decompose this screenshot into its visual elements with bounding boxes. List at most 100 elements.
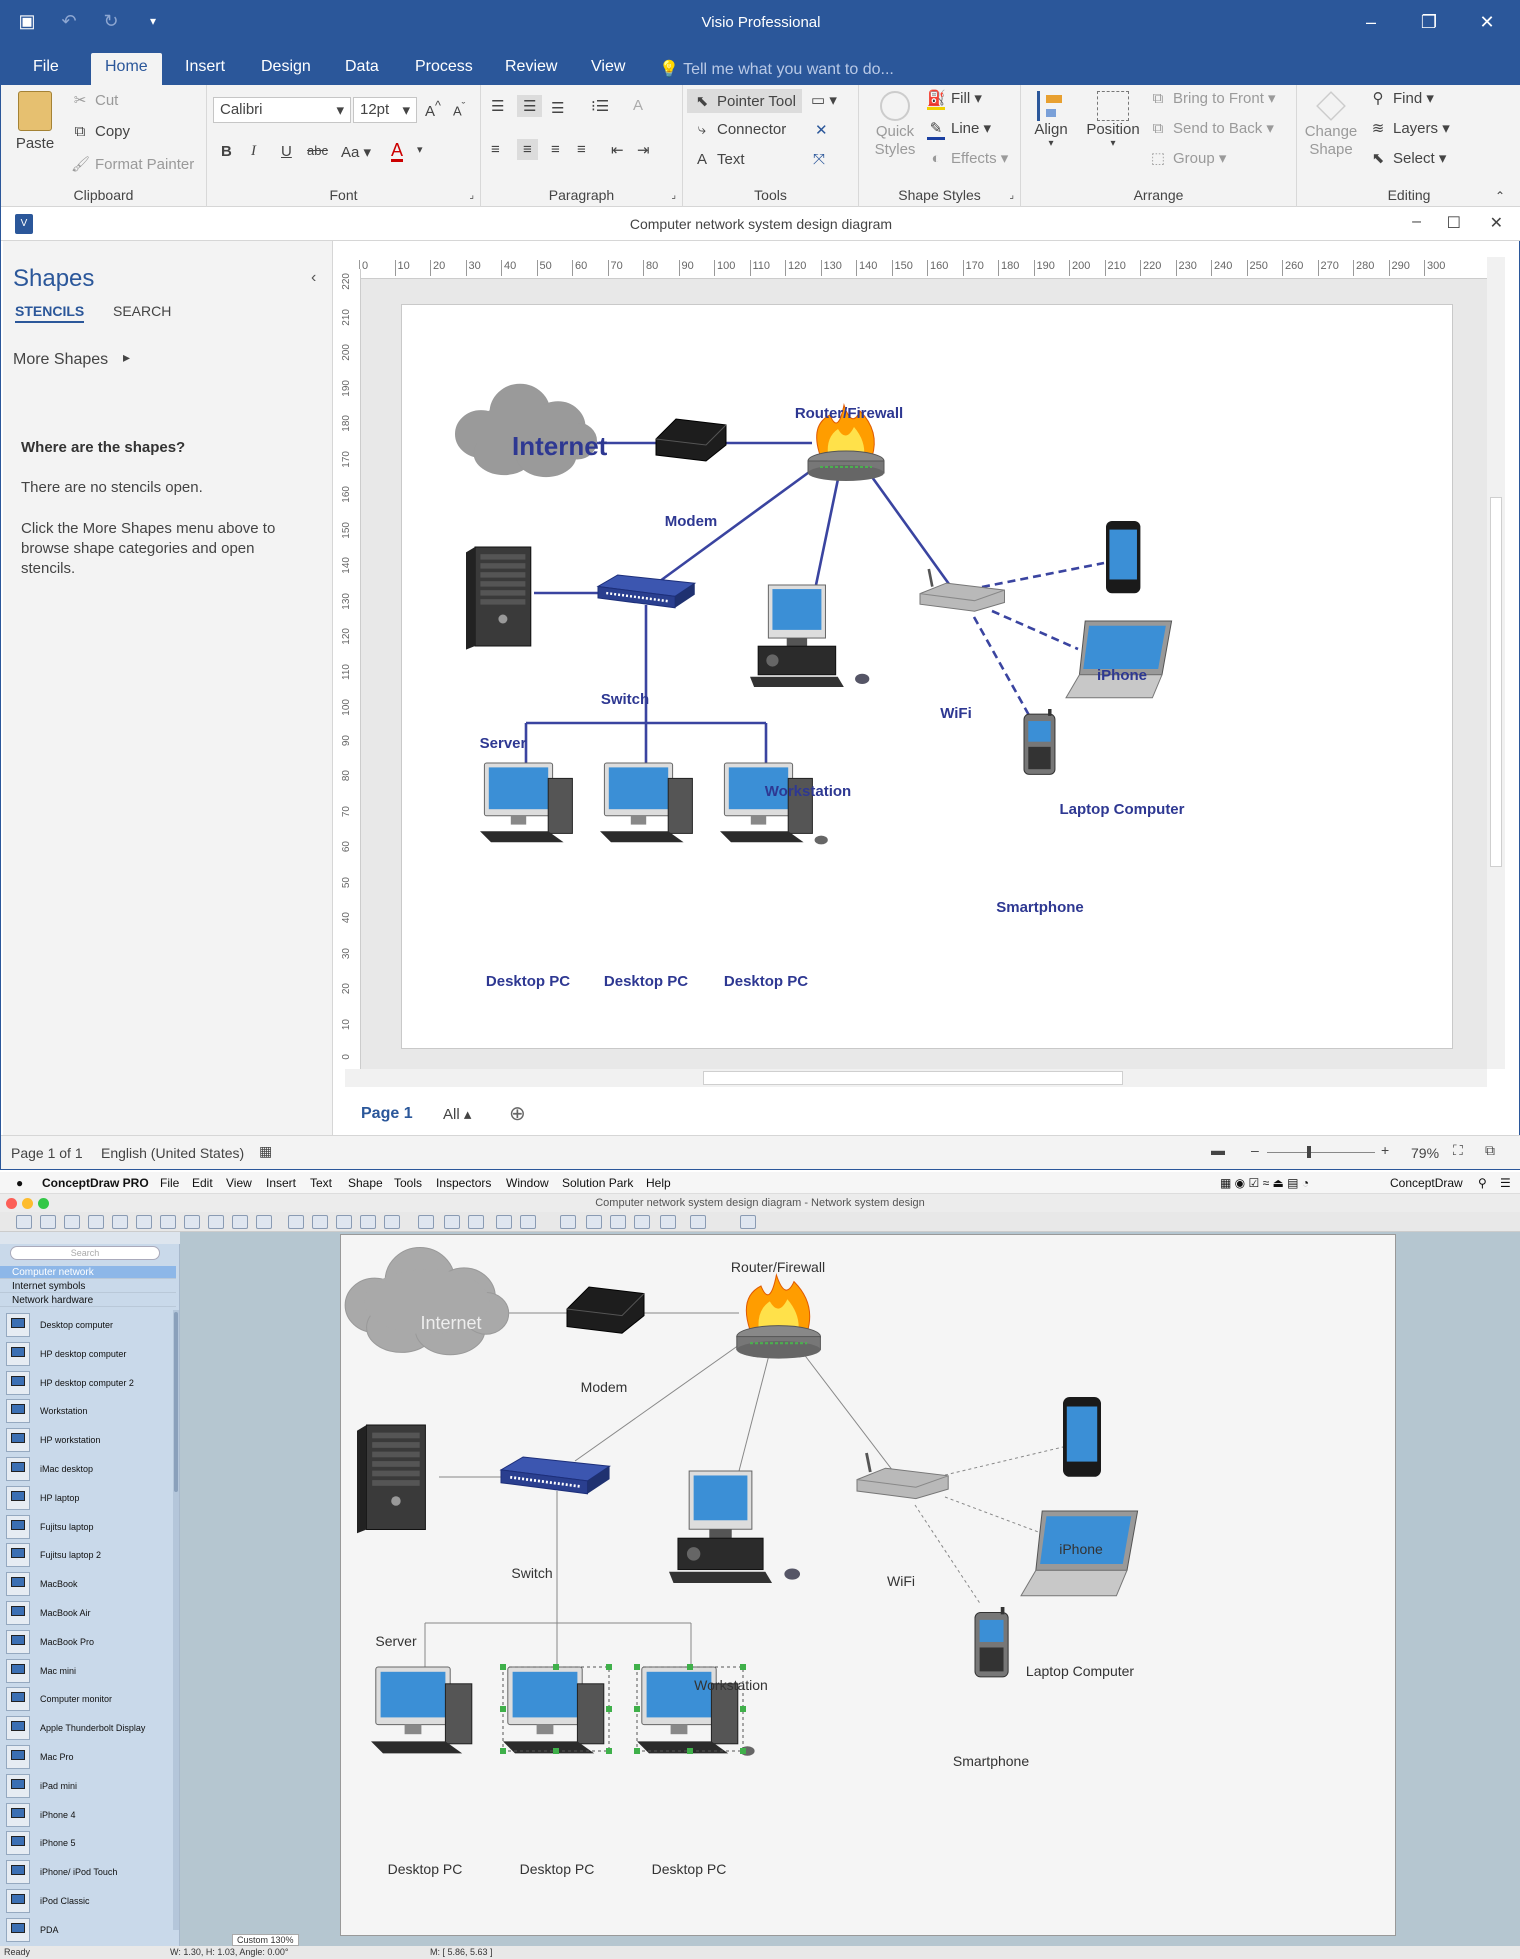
menu-tools[interactable]: Tools <box>394 1176 422 1190</box>
text-tool-button[interactable]: A Text <box>693 151 745 168</box>
group-button[interactable]: ⬚ Group ▾ <box>1149 149 1227 167</box>
toolbar-tool-icon[interactable] <box>634 1215 650 1229</box>
paste-button[interactable]: Paste <box>13 91 57 152</box>
align-center-icon[interactable]: ≡ <box>517 139 538 160</box>
toolbar-tool-icon[interactable] <box>520 1215 536 1229</box>
library-item[interactable]: iPad mini <box>4 1773 172 1799</box>
tab-insert[interactable]: Insert <box>171 53 239 85</box>
close-icon[interactable]: ✕ <box>1471 7 1503 37</box>
position-button[interactable]: Position ▾ <box>1083 91 1143 149</box>
align-right-icon[interactable]: ≡ <box>551 141 560 158</box>
toolbar-tool-icon[interactable] <box>160 1215 176 1229</box>
send-to-back-button[interactable]: ⧉ Send to Back ▾ <box>1149 119 1274 137</box>
toolbar-tool-icon[interactable] <box>384 1215 400 1229</box>
library-item[interactable]: HP desktop computer <box>4 1341 172 1367</box>
chevron-right-icon[interactable]: ▸ <box>123 349 130 366</box>
presentation-icon[interactable]: ▬ <box>1211 1142 1225 1158</box>
tab-process[interactable]: Process <box>401 53 487 85</box>
toolbar-tool-icon[interactable] <box>468 1215 484 1229</box>
library-item[interactable]: HP workstation <box>4 1427 172 1453</box>
text-direction-icon[interactable]: A <box>633 97 643 114</box>
page-tab[interactable]: Page 1 <box>361 1105 413 1123</box>
library-item[interactable]: iMac desktop <box>4 1456 172 1482</box>
zoom-level[interactable]: 79% <box>1411 1145 1439 1161</box>
library-item[interactable]: Desktop computer <box>4 1312 172 1338</box>
library-item[interactable]: MacBook <box>4 1571 172 1597</box>
shrink-font-icon[interactable]: Aˇ <box>453 101 465 118</box>
toolbar-tool-icon[interactable] <box>256 1215 272 1229</box>
decrease-indent-icon[interactable]: ⇤ <box>611 141 624 159</box>
menu-shape[interactable]: Shape <box>348 1176 383 1190</box>
rectangle-tool-icon[interactable]: ▭ ▾ <box>811 91 837 109</box>
toolbar-tool-icon[interactable] <box>360 1215 376 1229</box>
library-item[interactable]: iPhone 4 <box>4 1802 172 1828</box>
cd-zoom[interactable]: Custom 130% <box>232 1934 299 1946</box>
toolbar-tool-icon[interactable] <box>444 1215 460 1229</box>
tab-file[interactable]: File <box>19 53 73 85</box>
dialog-launcher-icon[interactable]: ⌟ <box>671 190 676 201</box>
menu-solution-park[interactable]: Solution Park <box>562 1176 633 1190</box>
strikethrough-button[interactable]: abc <box>307 143 328 158</box>
scroll-thumb[interactable] <box>174 1312 178 1492</box>
all-pages-tab[interactable]: All ▴ <box>443 1105 471 1123</box>
align-top-icon[interactable]: ☰ <box>491 97 504 115</box>
toolbar-tool-icon[interactable] <box>560 1215 576 1229</box>
doc-close-icon[interactable]: ✕ <box>1490 213 1503 233</box>
switch-windows-icon[interactable]: ⧉ <box>1485 1142 1495 1159</box>
vertical-scrollbar[interactable] <box>1487 257 1505 1069</box>
tab-view[interactable]: View <box>577 53 639 85</box>
spotlight-icon[interactable]: ⚲ <box>1478 1176 1487 1190</box>
doc-minimize-icon[interactable]: – <box>1412 213 1421 231</box>
restore-icon[interactable]: ❐ <box>1413 7 1445 37</box>
language[interactable]: English (United States) <box>101 1145 244 1161</box>
tab-home[interactable]: Home <box>91 53 162 85</box>
menu-window[interactable]: Window <box>506 1176 549 1190</box>
select-button[interactable]: ⬉ Select ▾ <box>1369 149 1447 167</box>
quick-styles-button[interactable]: Quick Styles <box>865 91 925 159</box>
toolbar-tool-icon[interactable] <box>660 1215 676 1229</box>
copy-button[interactable]: ⧉ Copy <box>71 123 130 140</box>
zoom-thumb[interactable] <box>1307 1146 1311 1158</box>
scroll-thumb[interactable] <box>1490 497 1502 867</box>
library-item[interactable]: Computer monitor <box>4 1686 172 1712</box>
category-network-hardware[interactable]: Network hardware <box>0 1294 176 1307</box>
line-button[interactable]: ✎ Line ▾ <box>927 119 991 140</box>
toolbar-tool-icon[interactable] <box>690 1215 706 1229</box>
justify-icon[interactable]: ≡ <box>577 141 586 158</box>
align-left-icon[interactable]: ≡ <box>491 141 500 158</box>
library-item[interactable]: iPod Classic <box>4 1888 172 1914</box>
dialog-launcher-icon[interactable]: ⌟ <box>1009 190 1014 201</box>
tab-stencils[interactable]: STENCILS <box>15 303 85 323</box>
toolbar-tool-icon[interactable] <box>88 1215 104 1229</box>
find-button[interactable]: ⚲ Find ▾ <box>1369 89 1434 107</box>
collapse-pane-icon[interactable]: ‹ <box>311 269 316 287</box>
effects-button[interactable]: ◐ Effects ▾ <box>927 149 1008 167</box>
format-painter-button[interactable]: 🖌 Format Painter <box>71 155 194 173</box>
italic-button[interactable]: I <box>251 143 256 160</box>
toolbar-tool-icon[interactable] <box>184 1215 200 1229</box>
more-shapes-menu[interactable]: More Shapes <box>13 351 108 369</box>
align-button[interactable]: Align ▾ <box>1029 91 1073 149</box>
menu-view[interactable]: View <box>226 1176 252 1190</box>
toolbar-tool-icon[interactable] <box>208 1215 224 1229</box>
toolbar-tool-icon[interactable] <box>232 1215 248 1229</box>
toolbar-tool-icon[interactable] <box>112 1215 128 1229</box>
connection-point-icon[interactable]: ⤧ <box>813 151 825 168</box>
menu-insert[interactable]: Insert <box>266 1176 296 1190</box>
cd-page[interactable]: Internet Modem Router/Firewall Server Sw… <box>340 1234 1396 1936</box>
align-bottom-icon[interactable]: ☰ <box>551 99 564 117</box>
font-color-button[interactable]: A <box>391 141 404 162</box>
library-item[interactable]: Workstation <box>4 1398 172 1424</box>
add-page-icon[interactable]: ⊕ <box>509 1101 526 1126</box>
macro-icon[interactable]: ▦ <box>259 1143 272 1160</box>
fill-button[interactable]: ⛽ Fill ▾ <box>927 89 982 110</box>
cut-button[interactable]: ✂ Cut <box>71 91 119 109</box>
scroll-thumb[interactable] <box>703 1071 1123 1085</box>
drawing-page[interactable]: Internet Modem Router/Firewall Server Sw… <box>401 304 1453 1049</box>
increase-indent-icon[interactable]: ⇥ <box>637 141 650 159</box>
category-internet-symbols[interactable]: Internet symbols <box>0 1280 176 1293</box>
menu-help[interactable]: Help <box>646 1176 671 1190</box>
library-search-input[interactable]: Search <box>10 1246 160 1260</box>
library-item[interactable]: iPhone 5 <box>4 1830 172 1856</box>
library-item[interactable]: PDA <box>4 1917 172 1943</box>
